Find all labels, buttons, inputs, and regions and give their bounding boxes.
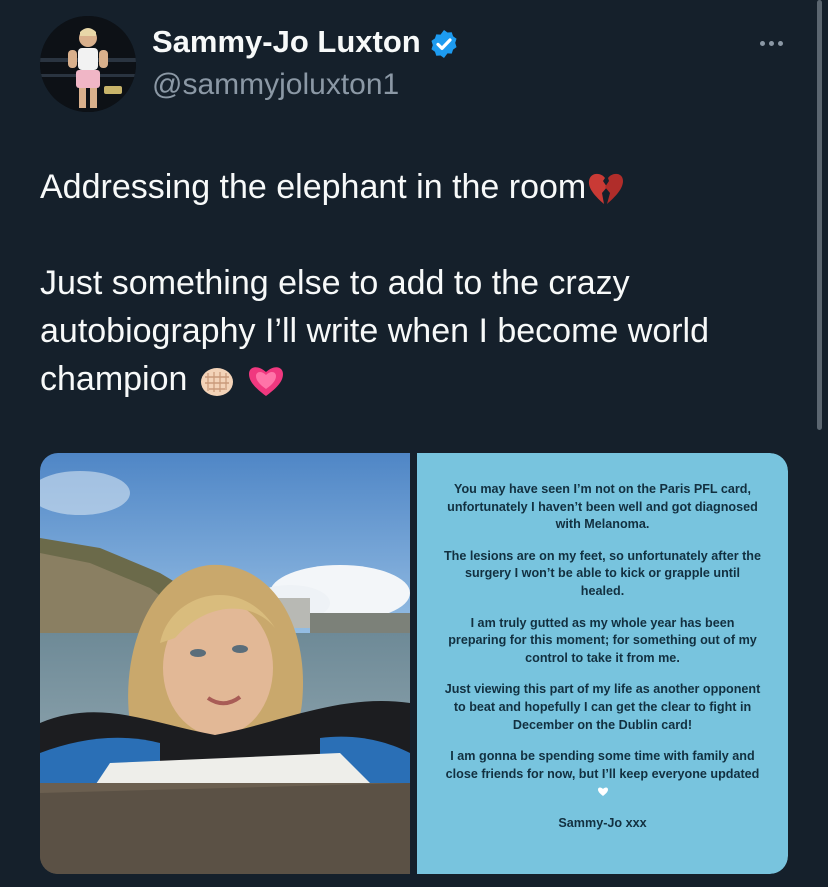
- statement-paragraph: I am truly gutted as my whole year has b…: [448, 615, 757, 665]
- tweet-line-2: Just something else to add to the crazy …: [40, 264, 710, 398]
- tweet-text: Addressing the elephant in the room Just…: [40, 163, 800, 403]
- growing-heart-emoji: [249, 367, 284, 397]
- statement-paragraph: The lesions are on my feet, so unfortuna…: [443, 548, 761, 598]
- oncoming-fist-emoji: [200, 368, 233, 397]
- more-options-icon[interactable]: [754, 26, 788, 60]
- statement-paragraph-last: I am gonna be spending some time with fa…: [443, 748, 762, 801]
- author-handle[interactable]: @sammyjoluxton1: [152, 68, 399, 102]
- selfie-photo[interactable]: [40, 453, 410, 874]
- tweet-line-1: Addressing the elephant in the room: [40, 168, 587, 206]
- broken-heart-emoji: [589, 173, 624, 205]
- statement-signoff: Sammy-Jo xxx: [558, 815, 647, 830]
- scrollbar[interactable]: [817, 0, 822, 430]
- statement-note[interactable]: You may have seen I’m not on the Paris P…: [417, 453, 788, 874]
- author-avatar[interactable]: [40, 16, 136, 112]
- tweet-media[interactable]: You may have seen I’m not on the Paris P…: [40, 453, 788, 874]
- author-display-name[interactable]: Sammy-Jo Luxton: [152, 24, 421, 60]
- statement-paragraph: Just viewing this part of my life as ano…: [444, 682, 761, 732]
- white-heart-emoji: [597, 788, 608, 797]
- verified-badge-icon: [431, 30, 457, 58]
- statement-paragraph: You may have seen I’m not on the Paris P…: [447, 482, 758, 532]
- statement-paragraph-text: I am gonna be spending some time with fa…: [445, 749, 760, 781]
